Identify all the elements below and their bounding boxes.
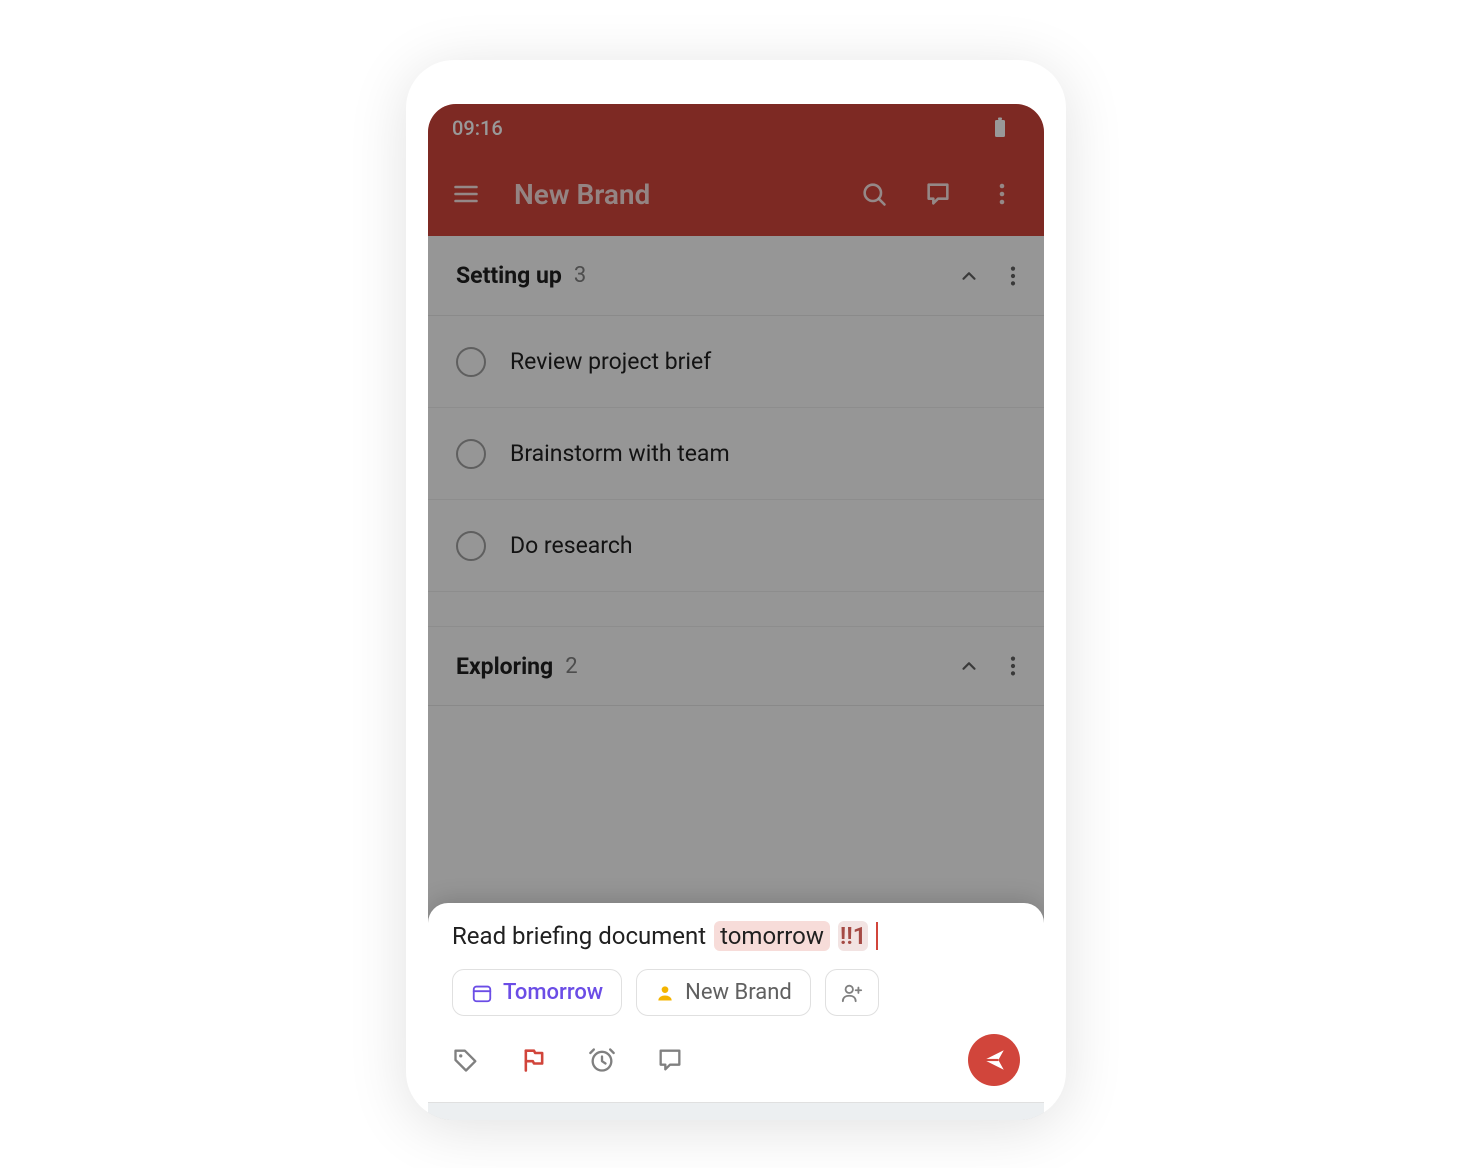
person-add-icon <box>840 982 864 1004</box>
assignee-chip[interactable] <box>825 969 879 1016</box>
phone-frame: 09:16 New Brand <box>406 60 1066 1120</box>
person-icon <box>655 983 675 1003</box>
text-caret <box>876 922 878 950</box>
quick-add-sheet: Read briefing document tomorrow !!1 Tomo… <box>428 903 1044 1120</box>
submit-button[interactable] <box>968 1034 1020 1086</box>
alarm-icon[interactable] <box>588 1046 616 1074</box>
project-label: New Brand <box>685 980 792 1005</box>
flag-icon[interactable] <box>520 1046 548 1074</box>
task-name-input[interactable]: Read briefing document tomorrow !!1 <box>428 921 1044 951</box>
quick-add-chips: Tomorrow New Brand <box>428 951 1044 1024</box>
calendar-icon <box>471 982 493 1004</box>
due-date-chip[interactable]: Tomorrow <box>452 969 622 1016</box>
send-icon <box>981 1047 1007 1073</box>
label-icon[interactable] <box>452 1046 480 1074</box>
keyboard-stub <box>428 1102 1044 1120</box>
quick-add-actions <box>428 1024 1044 1102</box>
comment-icon[interactable] <box>656 1046 684 1074</box>
task-input-text: Read briefing document <box>452 922 706 950</box>
due-date-label: Tomorrow <box>503 980 603 1005</box>
project-chip[interactable]: New Brand <box>636 969 811 1016</box>
parsed-date-token[interactable]: tomorrow <box>714 921 830 951</box>
phone-inner: 09:16 New Brand <box>428 104 1044 1120</box>
parsed-priority-token[interactable]: !!1 <box>838 921 869 951</box>
